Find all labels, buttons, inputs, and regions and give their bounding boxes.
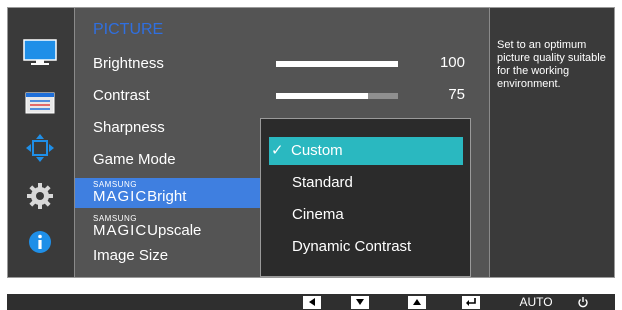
brightness-value: 100 (439, 54, 465, 71)
menu-item-label: Upscale (147, 222, 202, 239)
menu-item-label: Contrast (93, 87, 150, 104)
option-custom[interactable]: ✓ Custom (269, 137, 463, 165)
menu-item-brightness[interactable]: Brightness (75, 49, 261, 79)
menu-item-label: Image Size (93, 247, 169, 264)
contrast-slider[interactable] (276, 93, 398, 99)
menu-item-label: Brightness (93, 55, 164, 72)
gear-icon[interactable] (22, 181, 58, 211)
move-arrows-icon[interactable] (22, 133, 58, 163)
osd-window: PICTURE Brightness Contrast Sharpness Ga… (7, 7, 615, 278)
samsung-magic-logo: SAMSUNG MAGIC (93, 214, 148, 239)
menu-item-image-size[interactable]: Image Size (75, 241, 261, 271)
up-arrow-button[interactable] (408, 294, 426, 310)
auto-label: AUTO (519, 295, 553, 309)
checkmark-icon: ✓ (271, 142, 284, 159)
contrast-value: 75 (448, 86, 465, 103)
menu-item-magic-upscale[interactable]: SAMSUNG MAGIC Upscale (75, 212, 261, 242)
control-bar: AUTO (7, 294, 615, 310)
brightness-slider[interactable] (276, 61, 398, 67)
info-icon[interactable] (22, 227, 58, 257)
monitor-icon[interactable] (22, 38, 58, 68)
menu-item-label: Bright (147, 188, 187, 205)
sidebar (8, 8, 73, 277)
power-button[interactable] (573, 294, 593, 310)
help-description: Set to an optimum picture quality suitab… (497, 39, 606, 90)
brightness-slider-fill (276, 61, 398, 67)
samsung-magic-logo: SAMSUNG MAGIC (93, 180, 148, 205)
left-arrow-button[interactable] (303, 294, 321, 310)
up-arrow-icon (413, 299, 421, 305)
menu-item-magic-bright[interactable]: SAMSUNG MAGIC Bright (75, 178, 261, 208)
menu-item-contrast[interactable]: Contrast (75, 81, 261, 111)
left-arrow-icon (309, 298, 315, 306)
power-icon (578, 297, 588, 308)
menu-item-label: Game Mode (93, 151, 176, 168)
magic-bright-dropdown: ✓ Custom Standard Cinema Dynamic Contrast (260, 118, 471, 277)
menu-item-game-mode[interactable]: Game Mode (75, 145, 261, 175)
auto-button[interactable]: AUTO (516, 294, 556, 310)
menu-item-label: Sharpness (93, 119, 165, 136)
enter-button[interactable] (462, 294, 480, 310)
option-dynamic-contrast[interactable]: Dynamic Contrast (269, 233, 463, 261)
contrast-slider-fill (276, 93, 368, 99)
option-standard[interactable]: Standard (269, 169, 463, 197)
down-arrow-icon (356, 299, 364, 305)
menu-item-sharpness[interactable]: Sharpness (75, 113, 261, 143)
down-arrow-button[interactable] (351, 294, 369, 310)
option-cinema[interactable]: Cinema (269, 201, 463, 229)
settings-list-icon[interactable] (22, 88, 58, 118)
enter-icon (466, 298, 476, 306)
panel-title: PICTURE (93, 21, 164, 38)
